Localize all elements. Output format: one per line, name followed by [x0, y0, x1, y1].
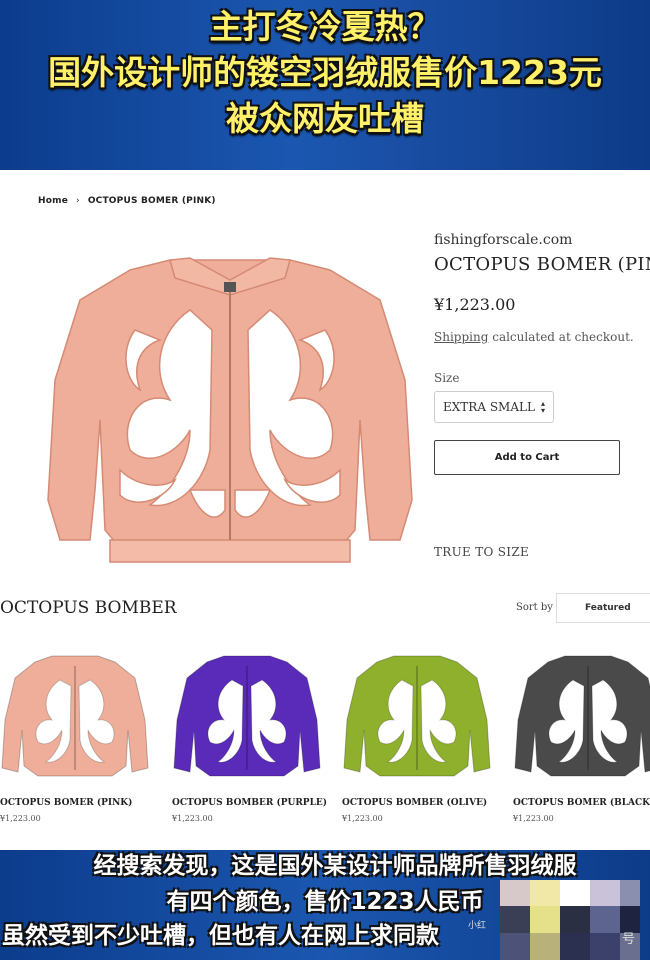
product-thumbnail[interactable] — [513, 650, 650, 780]
product-thumbnail[interactable] — [0, 650, 150, 780]
size-select[interactable]: EXTRA SMALL ▴ ▾ — [434, 391, 554, 423]
headline-line-3: 被众网友吐槽 — [226, 99, 424, 138]
add-to-cart-button[interactable]: Add to Cart — [434, 440, 620, 475]
chevron-updown-icon: ▴ ▾ — [540, 399, 545, 415]
product-card-name[interactable]: OCTOPUS BOMER (BLACK — [513, 798, 650, 808]
product-info: fishingforscale.com OCTOPUS BOMER (PIN ¥… — [434, 232, 650, 423]
sort-by-label: Sort by — [516, 602, 553, 613]
subtitle-line-1: 经搜索发现，这是国外某设计师品牌所售羽绒服 — [93, 853, 577, 879]
product-card-price: ¥1,223.00 — [342, 814, 383, 823]
shipping-link[interactable]: Shipping — [434, 330, 488, 344]
shipping-text: calculated at checkout. — [488, 330, 634, 344]
watermark-text-2: 号 — [622, 932, 636, 947]
breadcrumb-separator: › — [76, 196, 80, 206]
headline-line-1: 主打冬冷夏热？ — [209, 7, 441, 46]
fit-note: TRUE TO SIZE — [434, 545, 530, 559]
product-page: Home › OCTOPUS BOMER (PINK) fishingforscal… — [0, 170, 650, 860]
product-card-price: ¥1,223.00 — [513, 814, 554, 823]
product-grid: OCTOPUS BOMER (PINK) ¥1,223.00 OCTOPUS B… — [0, 650, 650, 850]
headline-line-2: 国外设计师的镂空羽绒服售价1223元 — [48, 53, 602, 92]
collection-title: OCTOPUS BOMBER — [0, 598, 177, 618]
breadcrumb-home-link[interactable]: Home — [38, 196, 68, 206]
product-card[interactable]: OCTOPUS BOMBER (OLIVE) ¥1,223.00 — [342, 650, 502, 823]
size-label: Size — [434, 371, 460, 385]
mosaic-blur-overlay — [500, 880, 640, 960]
product-thumbnail[interactable] — [172, 650, 322, 780]
product-card-price: ¥1,223.00 — [172, 814, 213, 823]
headline-banner: 主打冬冷夏热？ 国外设计师的镂空羽绒服售价1223元 被众网友吐槽 — [0, 0, 650, 170]
product-thumbnail[interactable] — [342, 650, 492, 780]
product-title: OCTOPUS BOMER (PIN — [434, 254, 650, 275]
size-select-value: EXTRA SMALL — [443, 400, 535, 414]
shipping-note: Shipping calculated at checkout. — [434, 330, 650, 344]
product-card-name[interactable]: OCTOPUS BOMER (PINK) — [0, 798, 160, 808]
product-price: ¥1,223.00 — [434, 295, 516, 314]
product-card-name[interactable]: OCTOPUS BOMBER (OLIVE) — [342, 798, 502, 808]
product-card[interactable]: OCTOPUS BOMBER (PURPLE) ¥1,223.00 — [172, 650, 332, 823]
watermark-text: 小红 — [468, 921, 487, 931]
product-card[interactable]: OCTOPUS BOMER (BLACK ¥1,223.00 — [513, 650, 650, 823]
sort-select[interactable]: Featured — [556, 593, 650, 623]
breadcrumb: Home › OCTOPUS BOMER (PINK) — [38, 196, 216, 206]
product-card-name[interactable]: OCTOPUS BOMBER (PURPLE) — [172, 798, 332, 808]
breadcrumb-current: OCTOPUS BOMER (PINK) — [87, 196, 216, 206]
product-card[interactable]: OCTOPUS BOMER (PINK) ¥1,223.00 — [0, 650, 160, 823]
vendor-name[interactable]: fishingforscale.com — [434, 232, 650, 248]
product-card-price: ¥1,223.00 — [0, 814, 41, 823]
product-main-image[interactable] — [40, 240, 420, 570]
